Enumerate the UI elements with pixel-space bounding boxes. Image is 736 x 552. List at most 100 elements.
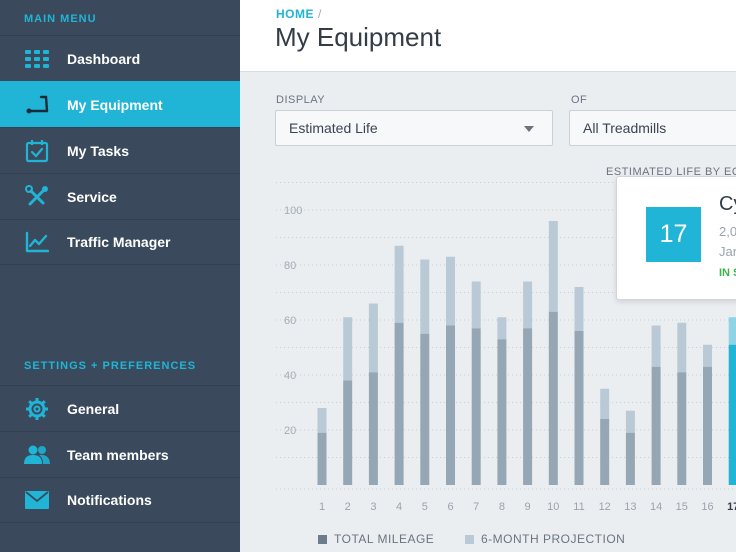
legend-total-mileage: TOTAL MILEAGE [318, 532, 434, 546]
display-select-value: Estimated Life [289, 120, 378, 136]
sidebar-item-dashboard[interactable]: Dashboard [0, 35, 240, 81]
projection-bar [574, 287, 584, 331]
total-mileage-bar [523, 328, 533, 485]
projection-bar [600, 388, 610, 419]
settings-menu: General Team members Notifications [0, 385, 240, 523]
total-mileage-bar [394, 322, 404, 485]
equipment-select[interactable]: All Treadmills [569, 110, 736, 146]
treadmill-icon [24, 92, 50, 118]
sidebar: MAIN MENU Dashboard My Equipment My Task… [0, 0, 240, 552]
projection-bar [497, 317, 507, 340]
total-mileage-bar [600, 419, 610, 485]
total-mileage-bar [471, 328, 481, 485]
tooltip-id-badge: 17 [646, 207, 701, 262]
sidebar-item-label: Team members [67, 446, 169, 463]
total-mileage-bar [677, 372, 687, 485]
projection-bar [548, 221, 558, 312]
main-menu-title: MAIN MENU [24, 13, 97, 25]
grid-icon [24, 46, 50, 72]
legend-label: 6-MONTH PROJECTION [481, 532, 626, 546]
projection-bar [368, 303, 378, 373]
projection-bar [471, 281, 481, 329]
total-mileage-bar [368, 372, 378, 485]
x-tick-label: 11 [573, 501, 584, 513]
total-mileage-bar [317, 432, 327, 485]
x-tick-label: 14 [650, 501, 662, 513]
tooltip-mileage: 2,0 [719, 224, 736, 239]
sidebar-item-label: Traffic Manager [67, 234, 171, 250]
line-chart-icon [24, 229, 50, 255]
envelope-icon [24, 487, 50, 513]
total-mileage-bar [548, 311, 558, 485]
sidebar-item-traffic-manager[interactable]: Traffic Manager [0, 219, 240, 265]
x-tick-label: 17 [727, 501, 736, 513]
x-tick-label: 3 [370, 501, 376, 513]
of-label: OF [571, 94, 588, 106]
sidebar-item-notifications[interactable]: Notifications [0, 477, 240, 523]
x-tick-label: 15 [676, 501, 688, 513]
settings-title: SETTINGS + PREFERENCES [24, 360, 197, 372]
sidebar-item-label: Service [67, 188, 117, 205]
projection-bar [677, 322, 687, 373]
sidebar-item-my-tasks[interactable]: My Tasks [0, 127, 240, 173]
x-tick-label: 5 [422, 501, 428, 513]
display-label: DISPLAY [276, 94, 326, 106]
tooltip-date: Jan [719, 244, 736, 259]
page-title: My Equipment [275, 22, 442, 52]
tooltip-status: IN S [719, 267, 736, 279]
display-select[interactable]: Estimated Life [275, 110, 553, 146]
sidebar-item-general[interactable]: General [0, 385, 240, 431]
legend-swatch [318, 534, 327, 544]
calendar-check-icon [24, 138, 50, 164]
x-tick-label: 8 [499, 501, 505, 513]
sidebar-item-label: General [67, 400, 120, 417]
total-mileage-bar [497, 339, 507, 485]
sidebar-item-label: Dashboard [67, 50, 141, 67]
sidebar-item-service[interactable]: Service [0, 173, 240, 219]
projection-bar [651, 325, 661, 367]
x-tick-label: 12 [599, 501, 611, 513]
legend-swatch [465, 534, 474, 544]
total-mileage-bar [651, 366, 661, 485]
team-icon [24, 442, 50, 468]
projection-bar [446, 256, 455, 326]
y-tick-label: 80 [284, 260, 296, 272]
total-mileage-bar [625, 432, 635, 485]
projection-bar [728, 317, 736, 345]
projection-bar [625, 410, 635, 433]
page-header: HOME / My Equipment [240, 0, 736, 72]
total-mileage-bar [728, 344, 736, 485]
y-tick-label: 20 [284, 425, 296, 437]
chevron-down-icon [524, 126, 534, 132]
x-tick-label: 9 [525, 501, 531, 513]
y-tick-label: 100 [284, 205, 302, 217]
projection-bar [523, 281, 533, 329]
x-tick-label: 1 [319, 501, 325, 513]
equipment-select-value: All Treadmills [583, 120, 667, 136]
projection-bar [317, 408, 327, 433]
sidebar-item-my-equipment[interactable]: My Equipment [0, 81, 240, 127]
total-mileage-bar [574, 331, 584, 485]
x-tick-label: 13 [624, 501, 636, 513]
total-mileage-bar [446, 325, 455, 485]
sidebar-item-label: My Equipment [67, 96, 163, 113]
x-tick-label: 7 [473, 501, 479, 513]
y-tick-label: 40 [284, 370, 296, 382]
sidebar-item-team-members[interactable]: Team members [0, 431, 240, 477]
total-mileage-bar [420, 333, 430, 485]
tooltip-equipment-name: Cy [719, 193, 736, 215]
breadcrumb: HOME / [276, 7, 322, 21]
projection-bar [394, 245, 404, 323]
breadcrumb-separator: / [318, 7, 322, 21]
legend-label: TOTAL MILEAGE [334, 532, 435, 546]
sidebar-item-label: My Tasks [67, 142, 129, 159]
total-mileage-bar [343, 380, 353, 485]
tools-icon [24, 184, 50, 210]
breadcrumb-home-link[interactable]: HOME [276, 7, 314, 21]
legend-projection: 6-MONTH PROJECTION [465, 532, 625, 546]
equipment-tooltip: 17 Cy 2,0 Jan IN S [616, 176, 736, 300]
gear-icon [24, 396, 50, 422]
main-menu: Dashboard My Equipment My Tasks Service … [0, 35, 240, 265]
y-tick-label: 60 [284, 315, 296, 327]
x-tick-label: 16 [701, 501, 713, 513]
